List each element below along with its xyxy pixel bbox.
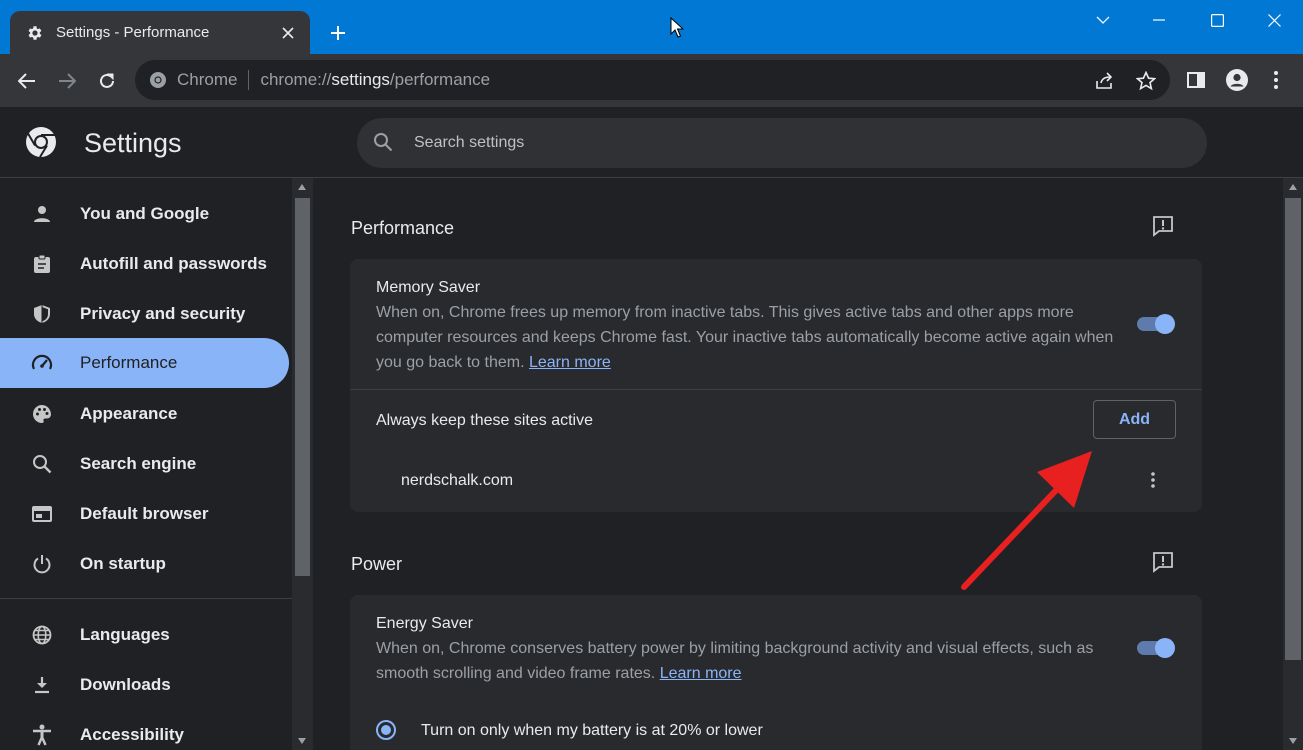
bookmark-star-icon[interactable]	[1135, 70, 1157, 92]
minimize-icon[interactable]	[1144, 5, 1174, 35]
feedback-icon[interactable]	[1151, 214, 1175, 238]
chrome-logo-icon	[149, 71, 167, 89]
energy-saver-title: Energy Saver	[376, 615, 473, 632]
browser-tab[interactable]: Settings - Performance	[10, 11, 310, 54]
settings-header: Settings	[0, 107, 1303, 178]
url-text: chrome://settings/performance	[260, 70, 491, 89]
scroll-up-arrow-icon[interactable]	[1289, 184, 1297, 190]
palette-icon	[31, 403, 53, 425]
scroll-down-arrow-icon[interactable]	[298, 738, 306, 744]
site-list-item: nerdschalk.com	[401, 472, 514, 489]
sidebar-item-languages[interactable]: Languages	[0, 610, 289, 660]
section-title-power: Power	[351, 554, 403, 574]
browser-window-icon	[31, 503, 53, 525]
mouse-cursor-icon	[670, 17, 684, 38]
shield-icon	[31, 303, 53, 325]
person-icon	[31, 203, 53, 225]
sidebar-item-you-and-google[interactable]: You and Google	[0, 189, 289, 239]
energy-saver-toggle[interactable]	[1137, 638, 1175, 658]
section-title-performance: Performance	[351, 218, 455, 238]
sidebar-item-on-startup[interactable]: On startup	[0, 539, 289, 589]
close-window-icon[interactable]	[1259, 5, 1289, 35]
tab-title: Settings - Performance	[56, 24, 210, 41]
side-panel-icon[interactable]	[1184, 68, 1208, 92]
sidebar-scrollbar[interactable]	[292, 178, 313, 750]
close-tab-icon[interactable]	[280, 25, 296, 41]
reload-icon[interactable]	[92, 66, 122, 96]
chrome-logo-icon	[25, 126, 57, 158]
sidebar-item-privacy[interactable]: Privacy and security	[0, 289, 289, 339]
add-site-button[interactable]: Add	[1093, 400, 1176, 439]
more-menu-icon[interactable]	[1264, 68, 1288, 92]
new-tab-icon[interactable]	[324, 19, 352, 47]
site-more-actions-icon[interactable]	[1141, 468, 1165, 492]
sidebar-item-default-browser[interactable]: Default browser	[0, 489, 289, 539]
search-input[interactable]	[414, 134, 1114, 152]
accessibility-icon	[31, 724, 53, 746]
power-icon	[31, 553, 53, 575]
sidebar-item-accessibility[interactable]: Accessibility	[0, 710, 289, 750]
clipboard-icon	[31, 253, 53, 275]
energy-saver-learn-more-link[interactable]: Learn more	[660, 665, 742, 682]
maximize-icon[interactable]	[1202, 5, 1232, 35]
sidebar-item-search-engine[interactable]: Search engine	[0, 439, 289, 489]
sidebar-item-downloads[interactable]: Downloads	[0, 660, 289, 710]
battery-threshold-label: Turn on only when my battery is at 20% o…	[421, 722, 763, 739]
globe-icon	[31, 624, 53, 646]
forward-arrow-icon[interactable]	[52, 66, 82, 96]
memory-saver-toggle[interactable]	[1137, 314, 1175, 334]
back-arrow-icon[interactable]	[12, 66, 42, 96]
memory-saver-description: When on, Chrome frees up memory from ina…	[376, 304, 1114, 371]
sidebar: You and Google Autofill and passwords Pr…	[0, 178, 292, 750]
performance-card: Memory Saver When on, Chrome frees up me…	[350, 259, 1202, 512]
gear-icon	[26, 24, 44, 42]
download-icon	[31, 674, 53, 696]
page-title: Settings	[84, 128, 182, 158]
speedometer-icon	[31, 352, 53, 374]
energy-saver-description: When on, Chrome conserves battery power …	[376, 640, 1094, 682]
search-icon	[373, 132, 395, 154]
memory-saver-title: Memory Saver	[376, 279, 481, 296]
search-icon	[31, 453, 53, 475]
tab-search-icon[interactable]	[1088, 5, 1118, 35]
address-bar[interactable]: Chrome chrome://settings/performance	[135, 60, 1170, 100]
memory-saver-learn-more-link[interactable]: Learn more	[529, 354, 611, 371]
title-bar: Settings - Performance	[0, 0, 1303, 54]
omnibox-separator	[248, 70, 250, 90]
power-card: Energy Saver When on, Chrome conserves b…	[350, 595, 1202, 750]
share-icon[interactable]	[1094, 70, 1116, 92]
sidebar-item-appearance[interactable]: Appearance	[0, 389, 289, 439]
sidebar-item-performance[interactable]: Performance	[0, 338, 289, 388]
scroll-up-arrow-icon[interactable]	[298, 184, 306, 190]
always-active-label: Always keep these sites active	[376, 412, 593, 429]
card-divider	[350, 389, 1202, 390]
sidebar-divider	[0, 598, 292, 599]
scrollbar-thumb[interactable]	[295, 198, 310, 576]
battery-threshold-radio[interactable]	[376, 720, 396, 740]
scroll-down-arrow-icon[interactable]	[1289, 738, 1297, 744]
search-box[interactable]	[357, 118, 1207, 168]
feedback-icon[interactable]	[1151, 550, 1175, 574]
profile-avatar-icon[interactable]	[1225, 68, 1249, 92]
sidebar-item-autofill[interactable]: Autofill and passwords	[0, 239, 289, 289]
browser-toolbar: Chrome chrome://settings/performance	[0, 54, 1303, 107]
omnibox-chip: Chrome	[177, 70, 238, 89]
scrollbar-thumb[interactable]	[1285, 198, 1301, 660]
main-scrollbar[interactable]	[1283, 178, 1303, 750]
settings-main: Performance Memory Saver When on, Chrome…	[313, 178, 1283, 750]
